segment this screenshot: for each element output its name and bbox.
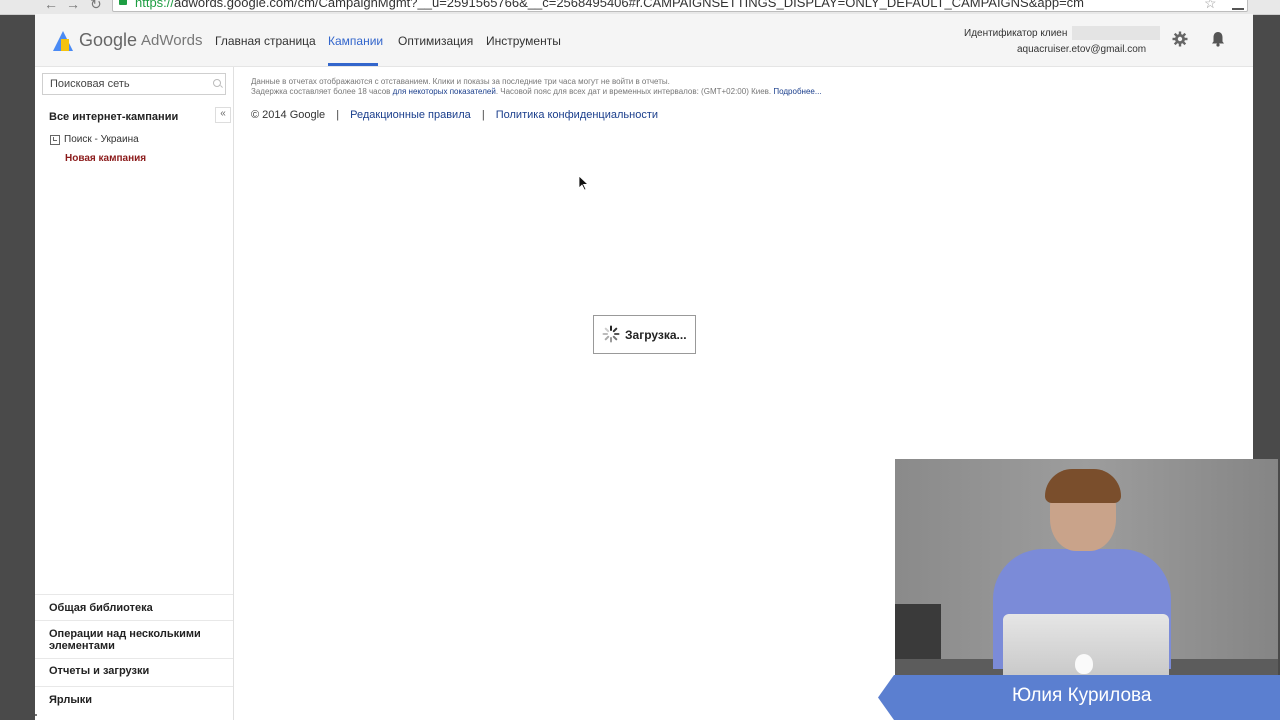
nav-optimization[interactable]: Оптимизация (398, 34, 473, 48)
spinner-icon (602, 325, 620, 343)
browser-menu-icon[interactable] (1232, 0, 1244, 10)
reload-icon[interactable]: ↻ (90, 0, 102, 13)
sidebar-item-new-campaign[interactable]: Новая кампания (65, 153, 146, 164)
account-email[interactable]: aquacruiser.etov@gmail.com (1017, 44, 1146, 55)
nav-campaigns[interactable]: Кампании (328, 34, 383, 48)
webcam-shelf (895, 604, 941, 664)
lock-icon (119, 0, 127, 5)
campaign-icon (50, 135, 60, 145)
bell-icon[interactable] (1210, 31, 1226, 47)
notice-metrics-link[interactable]: для некоторых показателей (393, 87, 496, 96)
sidebar-item-label: Ярлыки (49, 694, 93, 706)
client-id-redacted (1072, 26, 1160, 40)
page-bottom-edge (35, 714, 37, 716)
webcam-presenter-hair (1045, 469, 1121, 503)
footer-copyright: © 2014 Google (251, 109, 326, 121)
sidebar-item-label: Общая библиотека (49, 602, 153, 614)
notice-line-1: Данные в отчетах отображаются с отставан… (251, 77, 670, 86)
data-delay-notice: Данные в отчетах отображаются с отставан… (251, 77, 951, 97)
speaker-name: Юлия Курилова (1012, 685, 1152, 706)
notice-line-2: Задержка составляет более 18 часов для н… (251, 87, 951, 97)
adwords-logo-icon (53, 30, 73, 51)
apple-logo-icon (1075, 654, 1093, 674)
loading-text: Загрузка... (625, 328, 687, 342)
sidebar-search (42, 73, 226, 95)
notice-text-b: . Часовой пояс для всех дат и временных … (495, 87, 774, 96)
address-bar[interactable]: https://adwords.google.com/cm/CampaignMg… (112, 0, 1248, 12)
page-footer: © 2014 Google | Редакционные правила | П… (251, 109, 658, 121)
loading-indicator: Загрузка... (593, 315, 696, 354)
logo-google-text: Google (79, 30, 138, 50)
sidebar-item-shared-library[interactable]: Общая библиотека (35, 594, 233, 621)
url-text: adwords.google.com/cm/CampaignMgmt?__u=2… (174, 0, 1085, 10)
adwords-logo[interactable]: Google AdWords (53, 30, 202, 51)
sidebar-item-label: Отчеты и загрузки (49, 665, 150, 677)
footer-editorial-link[interactable]: Редакционные правила (350, 109, 471, 121)
sidebar-item-label: Операции над несколькими элементами (49, 628, 201, 652)
sidebar-item-labels[interactable]: Ярлыки (35, 686, 233, 720)
browser-toolbar: ← → ↻ https://adwords.google.com/cm/Camp… (0, 0, 1280, 15)
footer-separator: | (336, 109, 340, 121)
active-tab-indicator (328, 63, 378, 66)
nav-home[interactable]: Главная страница (215, 34, 316, 48)
logo-adwords-text: AdWords (141, 32, 203, 49)
bookmark-star-icon[interactable]: ☆ (1204, 0, 1217, 12)
sidebar: « Все интернет-кампании Поиск - Украина … (35, 67, 234, 720)
sidebar-item-all-campaigns[interactable]: Все интернет-кампании (49, 111, 178, 123)
footer-privacy-link[interactable]: Политика конфиденциальности (496, 109, 658, 121)
sidebar-item-bulk-operations[interactable]: Операции над несколькими элементами (35, 620, 233, 659)
sidebar-item-reports[interactable]: Отчеты и загрузки (35, 658, 233, 687)
notice-more-link[interactable]: Подробнее... (773, 87, 821, 96)
nav-tools[interactable]: Инструменты (486, 34, 561, 48)
footer-separator: | (481, 109, 485, 121)
app-header: Google AdWords Главная страница Кампании… (35, 14, 1253, 67)
sidebar-item-campaign-search-ukraine[interactable]: Поиск - Украина (64, 134, 139, 145)
gear-icon[interactable] (1172, 31, 1188, 47)
url-scheme: https:// (135, 0, 175, 10)
search-input[interactable] (43, 74, 202, 94)
mouse-cursor-icon (578, 175, 590, 191)
back-icon[interactable]: ← (44, 0, 58, 12)
notice-text-a: Задержка составляет более 18 часов (251, 87, 393, 96)
search-icon[interactable] (213, 79, 221, 87)
collapse-sidebar-button[interactable]: « (215, 107, 231, 123)
forward-icon[interactable]: → (66, 0, 80, 12)
client-id-label: Идентификатор клиен (964, 28, 1068, 39)
